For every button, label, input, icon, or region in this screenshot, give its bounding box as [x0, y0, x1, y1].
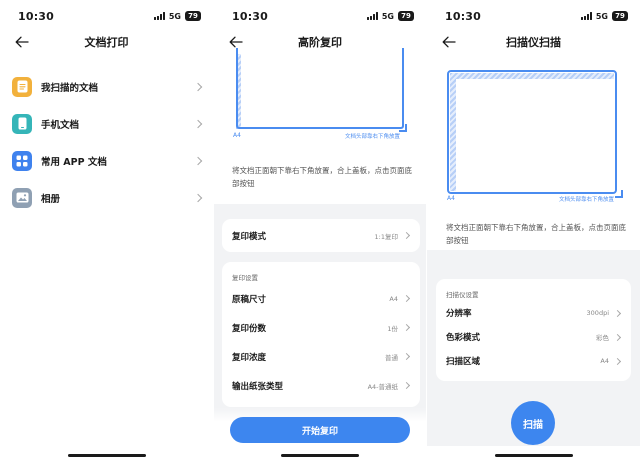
status-indicators: 5G 79: [580, 11, 628, 21]
setting-label: 色彩模式: [446, 333, 481, 343]
menu-item-phone-documents[interactable]: 手机文档: [0, 105, 213, 142]
setting-label: 原稿尺寸: [232, 294, 267, 305]
menu-item-label: 相册: [41, 193, 61, 205]
battery-icon: 79: [185, 11, 201, 21]
chevron-right-icon: [193, 82, 203, 91]
network-label: 5G: [168, 11, 181, 21]
paper-size-label: A4: [233, 132, 241, 139]
home-indicator: [281, 454, 359, 457]
battery-icon: 79: [612, 11, 628, 21]
setting-value: A4-普通纸: [367, 382, 398, 391]
chevron-right-icon: [402, 231, 411, 240]
chevron-right-icon: [193, 156, 203, 165]
paper-surface: [456, 79, 614, 191]
setting-label: 输出纸张类型: [232, 381, 284, 392]
setting-value: A4: [600, 357, 609, 365]
setting-value: 1份: [387, 324, 398, 333]
setting-label: 复印浓度: [232, 352, 267, 363]
signal-icon: [153, 12, 165, 20]
chevron-right-icon: [402, 381, 411, 390]
network-label: 5G: [381, 11, 394, 21]
paper-type-row[interactable]: 输出纸张类型 A4-普通纸: [222, 371, 420, 400]
copy-mode-card: 复印模式 1:1复印: [222, 219, 420, 252]
corner-marker-icon: [615, 190, 623, 198]
start-copy-button[interactable]: 开始复印: [230, 417, 410, 443]
copy-settings-card: 复印设置 原稿尺寸 A4 复印份数 1份 复印浓度 普通 输出纸张类型 A4-普…: [222, 262, 420, 407]
page-title: 文档打印: [84, 36, 129, 49]
phone-icon: [12, 113, 32, 134]
menu-item-label: 我扫描的文档: [41, 82, 99, 94]
menu-item-label: 手机文档: [41, 119, 80, 131]
scanner-settings-card: 扫描仪设置 分辨率 300dpi 色彩模式 彩色 扫描区域 A4: [436, 279, 631, 381]
chevron-right-icon: [193, 119, 203, 128]
paper-placement-tip: 文档头部靠右下角放置: [558, 197, 614, 203]
copy-count-row[interactable]: 复印份数 1份: [222, 313, 420, 342]
photo-icon: [12, 187, 32, 208]
status-bar: 10:30 5G 79: [214, 0, 426, 32]
setting-label: 复印份数: [232, 323, 267, 334]
signal-icon: [580, 12, 592, 20]
network-label: 5G: [595, 11, 608, 21]
chevron-right-icon: [613, 333, 622, 341]
home-indicator: [494, 454, 573, 457]
placement-hint: 将文档正面朝下靠右下角放置，合上盖板，点击页面底部按钮: [446, 223, 626, 245]
copy-density-row[interactable]: 复印浓度 普通: [222, 342, 420, 371]
status-bar: 10:30 5G 79: [427, 0, 640, 32]
scan-button[interactable]: 扫描: [511, 401, 555, 445]
status-bar: 10:30 5G 79: [0, 0, 213, 32]
copy-mode-row[interactable]: 复印模式 1:1复印: [222, 219, 420, 252]
setting-label: 分辨率: [446, 309, 472, 319]
menu-item-app-documents[interactable]: 常用 APP 文档: [0, 142, 213, 179]
nav-bar: 扫描仪扫描: [427, 32, 640, 54]
apps-icon: [12, 150, 32, 171]
scan-area-row[interactable]: 扫描区域 A4: [436, 349, 631, 373]
chevron-right-icon: [402, 323, 411, 332]
paper-preview: [447, 70, 623, 198]
status-indicators: 5G 79: [153, 11, 201, 21]
setting-value: 彩色: [596, 334, 609, 342]
scanner-scan-screen: 10:30 5G 79 扫描仪扫描 A4 文档头部靠右下角放置 将文档正面朝下靠…: [427, 0, 640, 462]
chevron-right-icon: [613, 357, 622, 365]
placement-hint: 将文档正面朝下靠右下角放置，合上盖板，点击页面底部按钮: [232, 166, 412, 188]
paper-frame: [236, 48, 404, 129]
chevron-right-icon: [193, 193, 203, 202]
setting-label: 扫描区域: [446, 357, 481, 367]
battery-icon: 79: [398, 11, 414, 21]
setting-value: 普通: [385, 353, 398, 362]
menu-item-label: 常用 APP 文档: [41, 156, 107, 168]
status-time: 10:30: [232, 10, 269, 23]
paper-size-label: A4: [447, 195, 455, 202]
color-mode-row[interactable]: 色彩模式 彩色: [436, 325, 631, 349]
copy-mode-label: 复印模式: [232, 231, 267, 242]
setting-value: A4: [389, 294, 398, 303]
paper-placement-tip: 文档头部靠右下角放置: [344, 134, 400, 140]
document-print-screen: 10:30 5G 79 文档打印 我扫描的文档 手机文档 常用 APP 文档 相…: [0, 0, 213, 462]
corner-marker-icon: [399, 124, 407, 132]
document-source-list: 我扫描的文档 手机文档 常用 APP 文档 相册: [0, 68, 213, 216]
advanced-copy-screen: 10:30 5G 79 高阶复印 A4 文档头部靠右下角放置 将文档正面朝下靠右…: [214, 0, 426, 462]
screens-container: 10:30 5G 79 文档打印 我扫描的文档 手机文档 常用 APP 文档 相…: [0, 0, 640, 462]
setting-value: 300dpi: [586, 309, 609, 317]
status-time: 10:30: [445, 10, 482, 23]
menu-item-scanned-documents[interactable]: 我扫描的文档: [0, 68, 213, 105]
copy-settings-title: 复印设置: [232, 274, 258, 282]
menu-item-photo-album[interactable]: 相册: [0, 179, 213, 216]
chevron-right-icon: [402, 294, 411, 303]
status-time: 10:30: [18, 10, 55, 23]
scanner-settings-title: 扫描仪设置: [446, 291, 479, 299]
status-indicators: 5G 79: [366, 11, 414, 21]
copy-mode-value: 1:1复印: [374, 232, 398, 241]
resolution-row[interactable]: 分辨率 300dpi: [436, 301, 631, 325]
chevron-right-icon: [613, 309, 622, 317]
original-size-row[interactable]: 原稿尺寸 A4: [222, 284, 420, 313]
nav-bar: 文档打印: [0, 32, 213, 52]
home-indicator: [67, 454, 146, 457]
page-title: 扫描仪扫描: [506, 36, 561, 49]
paper-preview: [232, 48, 410, 134]
chevron-right-icon: [402, 352, 411, 361]
document-icon: [12, 76, 32, 97]
signal-icon: [366, 12, 378, 20]
